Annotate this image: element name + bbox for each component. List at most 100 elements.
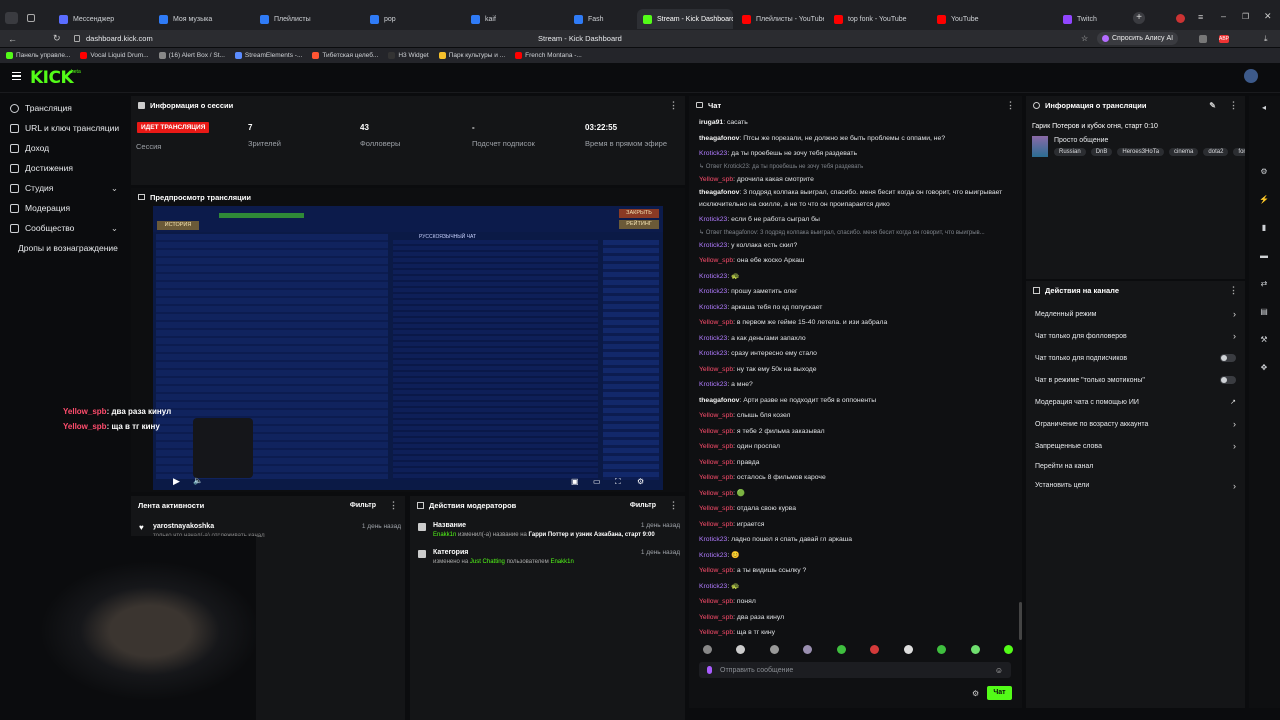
chat-username[interactable]: Yellow_spb [699, 176, 733, 183]
browser-tab[interactable]: Stream - Kick Dashboard✕ [637, 9, 733, 29]
bolt-icon[interactable]: ⚡ [1253, 191, 1275, 207]
sidebar-item[interactable]: Модерация [0, 198, 128, 218]
chat-username[interactable]: Krotick23 [699, 350, 727, 357]
settings-icon[interactable]: ⚙ [637, 477, 644, 486]
browser-tab[interactable]: top fonk - YouTube [828, 9, 925, 29]
more-options-icon[interactable]: ⋮ [669, 100, 678, 111]
chat-tool-icon[interactable]: ▬ [1253, 247, 1275, 263]
extensions-icon[interactable] [1199, 34, 1207, 43]
bookmark-icon[interactable]: ☆ [1081, 34, 1088, 43]
bookmark-item[interactable]: French Montana -... [515, 52, 582, 59]
channel-more-icon[interactable]: ⋮ [1229, 285, 1238, 296]
chat-username[interactable]: Krotick23 [699, 304, 727, 311]
user-avatar[interactable] [1244, 69, 1258, 83]
chat-username[interactable]: Krotick23 [699, 150, 727, 157]
emote-icon[interactable] [903, 645, 913, 654]
sidebar-item[interactable]: Студия ⌄ [0, 178, 128, 198]
channel-action-item[interactable]: Установить цели › [1026, 476, 1245, 495]
minimize-button[interactable]: – [1221, 11, 1226, 21]
activity-filter[interactable]: Фильтр [350, 502, 376, 509]
mod-filter[interactable]: Фильтр [630, 502, 656, 509]
chat-username[interactable]: Yellow_spb [699, 474, 733, 481]
stream-tag[interactable]: Heroes3HoTa [1117, 148, 1165, 156]
stream-tag[interactable]: Russian [1054, 148, 1086, 156]
chat-username[interactable]: Krotick23 [699, 335, 727, 342]
chat-username[interactable]: Yellow_spb [699, 614, 733, 621]
chat-username[interactable]: Yellow_spb [699, 257, 733, 264]
chat-username[interactable]: Yellow_spb [699, 598, 733, 605]
browser-tab[interactable]: Моя музыка [153, 9, 248, 29]
sidebar-item[interactable]: Сообщество ⌄ [0, 218, 128, 238]
play-icon[interactable]: ▶ [173, 476, 180, 487]
chat-username[interactable]: theagafonov [699, 189, 739, 196]
browser-tab[interactable]: YouTube [931, 9, 1051, 29]
chat-username[interactable]: Yellow_spb [699, 319, 733, 326]
channel-action-item[interactable]: Медленный режим › [1026, 303, 1245, 325]
emote-icon[interactable] [937, 645, 947, 654]
bookmark-item[interactable]: StreamElements -... [234, 52, 302, 59]
chat-username[interactable]: Yellow_spb [699, 567, 733, 574]
tool-icon[interactable]: ⚒ [1253, 331, 1275, 347]
downloads-icon[interactable]: ⤓ [1264, 34, 1268, 44]
chat-username[interactable]: Krotick23 [699, 381, 727, 388]
channel-action-item[interactable]: Запрещенные слова › [1026, 435, 1245, 457]
alice-button[interactable]: Спросить Алису AI [1097, 32, 1179, 45]
sidebar-item[interactable]: URL и ключ трансляции [0, 118, 128, 138]
edit-icon[interactable]: ✎ [1209, 101, 1216, 110]
hamburger-icon[interactable] [12, 72, 21, 80]
emote-icon[interactable] [970, 645, 980, 654]
channel-action-item[interactable]: Чат в режиме "только эмотиконы" [1026, 369, 1245, 391]
pip-icon[interactable]: ▣ [571, 477, 579, 486]
chat-username[interactable]: Yellow_spb [699, 412, 733, 419]
browser-tab[interactable]: Fash [568, 9, 632, 29]
chat-username[interactable]: iruga91 [699, 119, 723, 126]
chat-username[interactable]: Yellow_spb [699, 443, 733, 450]
window-menu-icon[interactable] [5, 12, 18, 24]
mic-icon[interactable] [707, 666, 712, 674]
bookmark-item[interactable]: Панель управле... [6, 52, 70, 59]
sidebar-item[interactable]: Достижения [0, 158, 128, 178]
tool-icon[interactable]: ▮ [1253, 219, 1275, 235]
video-frame[interactable]: ИСТОРИЯ ЗАКРЫТЬ РЕЙТИНГ РУССКОЯЗЫЧНЫЙ ЧА… [153, 206, 663, 490]
volume-icon[interactable]: 🔈 [193, 476, 203, 485]
bookmark-item[interactable]: Тибетская целеб... [312, 52, 378, 59]
browser-tab[interactable]: kaif [465, 9, 560, 29]
bookmark-item[interactable]: Vocal Liquid Drum... [80, 52, 149, 59]
chat-username[interactable]: Krotick23 [699, 242, 727, 249]
chat-username[interactable]: Krotick23 [699, 583, 727, 590]
browser-tab[interactable]: pop [364, 9, 459, 29]
chat-username[interactable]: Krotick23 [699, 216, 727, 223]
stream-tag[interactable]: cinema [1169, 148, 1199, 156]
channel-action-item[interactable]: Чат только для фолловеров › [1026, 325, 1245, 347]
browser-tab[interactable]: Плейлисты - YouTube [736, 9, 824, 29]
activity-user[interactable]: yarostnayakoshka [153, 523, 214, 530]
send-chat-button[interactable]: Чат [987, 686, 1012, 700]
browser-tab[interactable]: Twitch [1057, 9, 1127, 29]
maximize-button[interactable]: ❐ [1242, 12, 1249, 21]
emote-icon[interactable] [803, 645, 813, 654]
tool-icon[interactable]: ⚙ [1253, 163, 1275, 179]
mod-more-icon[interactable]: ⋮ [669, 500, 678, 511]
sidebar-item[interactable]: Доход [0, 138, 128, 158]
profile-icon[interactable] [1176, 14, 1185, 23]
chat-username[interactable]: Yellow_spb [699, 366, 733, 373]
chat-username[interactable]: Yellow_spb [699, 459, 733, 466]
chat-more-icon[interactable]: ⋮ [1006, 100, 1015, 111]
close-window-button[interactable]: ✕ [1264, 11, 1272, 22]
emote-icon[interactable] [703, 645, 712, 654]
chat-scrollbar[interactable] [1019, 602, 1022, 640]
chat-username[interactable]: Yellow_spb [699, 521, 733, 528]
chat-username[interactable]: theagafonov [699, 135, 739, 142]
emote-icon[interactable] [870, 645, 880, 654]
bookmark-item[interactable]: H3 Widget [388, 52, 429, 59]
stream-tag[interactable]: DnB [1090, 148, 1113, 156]
chat-username[interactable]: Krotick23 [699, 288, 727, 295]
kick-logo[interactable]: KICK [30, 68, 74, 88]
browser-tab[interactable]: Мессенджер [53, 9, 148, 29]
tool-icon[interactable]: ✥ [1253, 359, 1275, 375]
tool-icon[interactable]: ▤ [1253, 303, 1275, 319]
menu-icon[interactable]: ≡ [1198, 12, 1203, 22]
chat-username[interactable]: Yellow_spb [699, 629, 733, 636]
chat-username[interactable]: Krotick23 [699, 536, 727, 543]
chat-input[interactable]: Отправить сообщение ☺ [699, 662, 1011, 678]
